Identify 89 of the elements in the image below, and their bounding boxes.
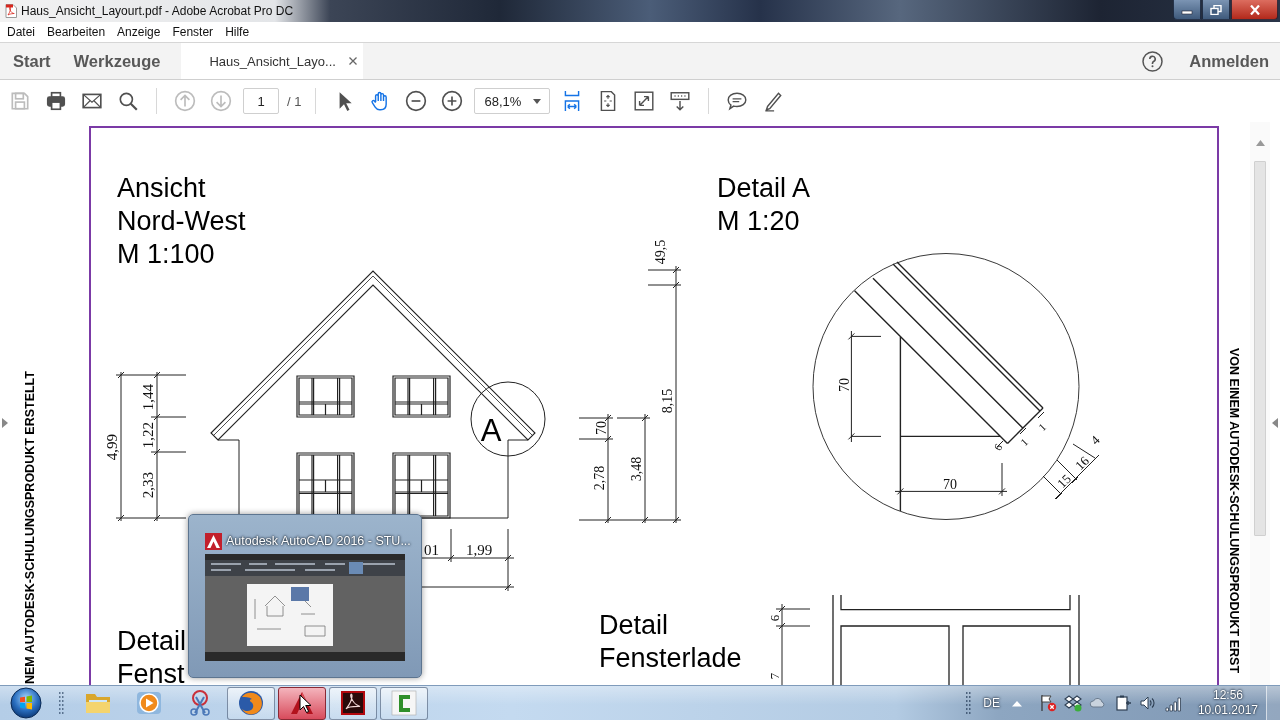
caret-right-icon[interactable] — [2, 417, 8, 428]
menu-item[interactable]: Fenster — [166, 25, 220, 39]
search-icon — [117, 90, 139, 112]
menu-item[interactable]: Hilfe — [219, 25, 256, 39]
dimension-label: 4,99 — [104, 433, 120, 461]
restore-button[interactable] — [1202, 0, 1230, 20]
scroll-mode-icon — [669, 90, 692, 112]
dimension-label: 70 — [943, 476, 957, 492]
dimension-label: 1,99 — [465, 542, 493, 558]
dimension-label: 15 — [1054, 471, 1074, 491]
dimension-label: 49,5 — [652, 239, 668, 265]
scale-label: M 1:100 — [117, 239, 215, 269]
page-number-field[interactable]: 1 — [243, 88, 279, 114]
dimension-label: 01 — [424, 542, 439, 558]
speaker-icon[interactable] — [1139, 694, 1158, 712]
play-icon — [135, 689, 163, 717]
speech-bubble-icon — [726, 90, 749, 112]
arrow-down-circle-icon — [210, 90, 232, 112]
view-title: Ansicht — [117, 173, 206, 203]
minimize-button[interactable] — [1173, 0, 1201, 20]
dimension-label: 16 — [1072, 453, 1092, 473]
view-subtitle: Nord-West — [117, 206, 246, 236]
page-count-label: / 1 — [287, 93, 302, 109]
battery-plug-icon[interactable] — [1114, 694, 1133, 712]
callout-label: A — [480, 413, 502, 448]
taskbar-button[interactable] — [278, 686, 326, 720]
grip-icon[interactable] — [965, 691, 972, 715]
flag-icon[interactable] — [1039, 694, 1058, 712]
dimension-label: 1 — [1017, 435, 1031, 449]
dimension-label: 7 — [766, 672, 782, 680]
window-title: Haus_Ansicht_Layourt.pdf - Adobe Acrobat Pro DC — [21, 4, 294, 18]
caret-left-icon[interactable] — [1272, 417, 1278, 428]
taskbar-button[interactable] — [329, 686, 377, 720]
dimension-label: 70 — [593, 421, 609, 435]
arrow-up-circle-icon — [174, 90, 196, 112]
dimension-label: 3,48 — [628, 456, 644, 482]
nav-tab[interactable]: Werkzeuge — [61, 43, 172, 79]
nav-tab[interactable]: Start — [0, 43, 62, 79]
orb-icon — [10, 687, 42, 719]
menu-item[interactable]: Anzeige — [111, 25, 167, 39]
globe-icon — [237, 689, 265, 717]
dimension-label: 4 — [1087, 432, 1103, 448]
document-logo-icon — [339, 689, 367, 717]
dimension-label: 6 — [766, 614, 782, 622]
menu-item[interactable]: Datei — [1, 25, 41, 39]
view-title: Detail A — [717, 173, 811, 203]
scroll-thumb[interactable] — [1254, 161, 1266, 536]
grip-icon[interactable] — [58, 691, 64, 715]
document-tab[interactable]: Haus_Ansicht_Layo... — [181, 43, 363, 79]
dimension-label: 1 — [1035, 420, 1049, 434]
view-title: Detail — [599, 610, 669, 640]
dimension-label: 1,44 — [140, 383, 156, 411]
close-icon — [1248, 4, 1261, 15]
view-title: Detail — [117, 626, 187, 656]
help-icon[interactable] — [1142, 50, 1164, 72]
pen-icon — [762, 90, 785, 112]
restore-icon — [1210, 4, 1222, 15]
sign-in-link[interactable]: Anmelden — [1189, 51, 1269, 71]
preview-title: Autodesk AutoCAD 2016 - STU... — [226, 534, 411, 548]
caret-down-icon — [533, 98, 542, 104]
dimension-label: 8,15 — [659, 388, 675, 414]
stamp-text: NEM AUTODESK-SCHULUNGSPRODUKT ERSTELLT — [23, 371, 37, 684]
view-subtitle: Fensterlade — [599, 643, 742, 673]
zoom-in-icon — [441, 90, 464, 112]
view-subtitle: Fenst — [117, 659, 185, 685]
document-icon — [5, 4, 17, 18]
c-logo-icon — [390, 689, 418, 717]
cursor-icon — [299, 694, 312, 714]
scale-label: M 1:20 — [717, 206, 800, 236]
dimension-label: 2,78 — [591, 465, 607, 491]
signal-bars-icon[interactable] — [1164, 694, 1183, 712]
dimension-label: 70 — [836, 378, 852, 392]
dimension-label: 1,22 — [140, 421, 156, 449]
close-icon[interactable] — [348, 57, 357, 65]
close-button[interactable] — [1231, 0, 1278, 20]
zoom-out-icon — [405, 90, 428, 112]
dimension-label: 2,33 — [140, 471, 156, 499]
printer-icon — [45, 90, 67, 112]
taskbar-button[interactable] — [227, 686, 275, 720]
zoom-field[interactable]: 68,1% — [474, 88, 551, 114]
caret-up-icon[interactable] — [1255, 140, 1265, 146]
stamp-text: VON EINEM AUTODESK-SCHULUNGSPRODUKT ERST — [1227, 348, 1241, 674]
caret-up-icon[interactable] — [1011, 699, 1022, 707]
triangle-logo-icon — [205, 532, 222, 550]
scrollbar[interactable] — [1250, 122, 1270, 685]
full-screen-icon — [633, 90, 656, 112]
box-icon[interactable] — [1064, 694, 1083, 712]
dimension-label: 6 — [991, 441, 1005, 453]
menu-item[interactable]: Bearbeiten — [41, 25, 112, 39]
